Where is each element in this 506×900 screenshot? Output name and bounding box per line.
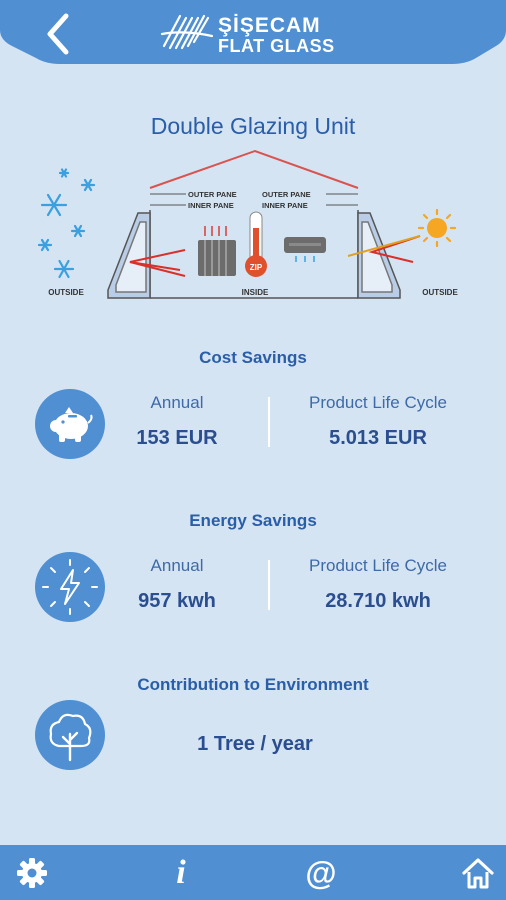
info-button[interactable]: i xyxy=(163,855,199,891)
tree-badge xyxy=(35,700,105,770)
energy-annual-label: Annual xyxy=(150,556,204,575)
thermometer-label: ZIP xyxy=(250,263,263,272)
cost-savings-title: Cost Savings xyxy=(199,348,307,367)
energy-lifecycle: Product Life Cycle 28.710 kwh xyxy=(286,556,470,613)
at-icon: @ xyxy=(305,855,337,891)
air-conditioner-icon xyxy=(284,237,326,262)
logo-mark-icon xyxy=(160,14,214,50)
thermometer-icon: ZIP xyxy=(245,211,267,277)
cost-annual-label: Annual xyxy=(150,393,204,412)
piggy-bank-icon xyxy=(50,407,93,442)
chevron-left-icon xyxy=(47,13,69,55)
double-glazing-diagram: OUTER PANE INNER PANE OUTER PANE INNER P… xyxy=(37,149,458,299)
outside-left-label: OUTSIDE xyxy=(48,288,84,297)
energy-divider xyxy=(268,560,270,610)
brand-name: ŞİŞECAM xyxy=(218,14,321,37)
outer-pane-right-label: OUTER PANE xyxy=(262,190,311,199)
sisecam-logo: ŞİŞECAM FLAT GLASS xyxy=(160,10,350,56)
inside-label: INSIDE xyxy=(242,288,269,297)
energy-annual-value: 957 kwh xyxy=(138,590,216,612)
piggy-bank-badge xyxy=(35,389,105,459)
cost-lifecycle-value: 5.013 EUR xyxy=(329,427,427,449)
left-window xyxy=(107,212,151,299)
environment-title: Contribution to Environment xyxy=(137,675,369,694)
snowflake-icon xyxy=(37,168,96,279)
brand-subtitle: FLAT GLASS xyxy=(218,36,335,56)
bottom-nav: i @ xyxy=(0,845,506,900)
cost-lifecycle-label: Product Life Cycle xyxy=(309,393,447,412)
home-icon xyxy=(462,858,494,889)
info-icon: i xyxy=(176,854,186,891)
energy-annual: Annual 957 kwh xyxy=(108,556,246,613)
diagram-title: Double Glazing Unit xyxy=(150,113,356,139)
outside-right-label: OUTSIDE xyxy=(422,288,458,297)
app-header: ŞİŞECAM FLAT GLASS xyxy=(0,0,506,66)
lightning-icon xyxy=(42,559,98,615)
right-window xyxy=(357,212,401,299)
inner-pane-left-label: INNER PANE xyxy=(188,201,234,210)
energy-badge xyxy=(35,552,105,622)
inner-pane-right-label: INNER PANE xyxy=(262,201,308,210)
energy-savings-title: Energy Savings xyxy=(189,511,317,530)
outer-pane-left-label: OUTER PANE xyxy=(188,190,237,199)
cost-annual-value: 153 EUR xyxy=(136,427,218,449)
energy-lifecycle-value: 28.710 kwh xyxy=(325,590,431,612)
environment-value: 1 Tree / year xyxy=(197,733,313,755)
settings-button[interactable] xyxy=(14,855,50,891)
sun-icon xyxy=(417,208,457,248)
cost-annual: Annual 153 EUR xyxy=(108,393,246,450)
energy-lifecycle-label: Product Life Cycle xyxy=(309,556,447,575)
home-button[interactable] xyxy=(460,855,496,891)
contact-button[interactable]: @ xyxy=(303,855,339,891)
cost-lifecycle: Product Life Cycle 5.013 EUR xyxy=(286,393,470,450)
radiator-icon xyxy=(198,226,236,276)
cost-divider xyxy=(268,397,270,447)
gear-icon xyxy=(17,858,47,888)
tree-icon xyxy=(49,713,92,762)
back-button[interactable] xyxy=(30,10,80,60)
